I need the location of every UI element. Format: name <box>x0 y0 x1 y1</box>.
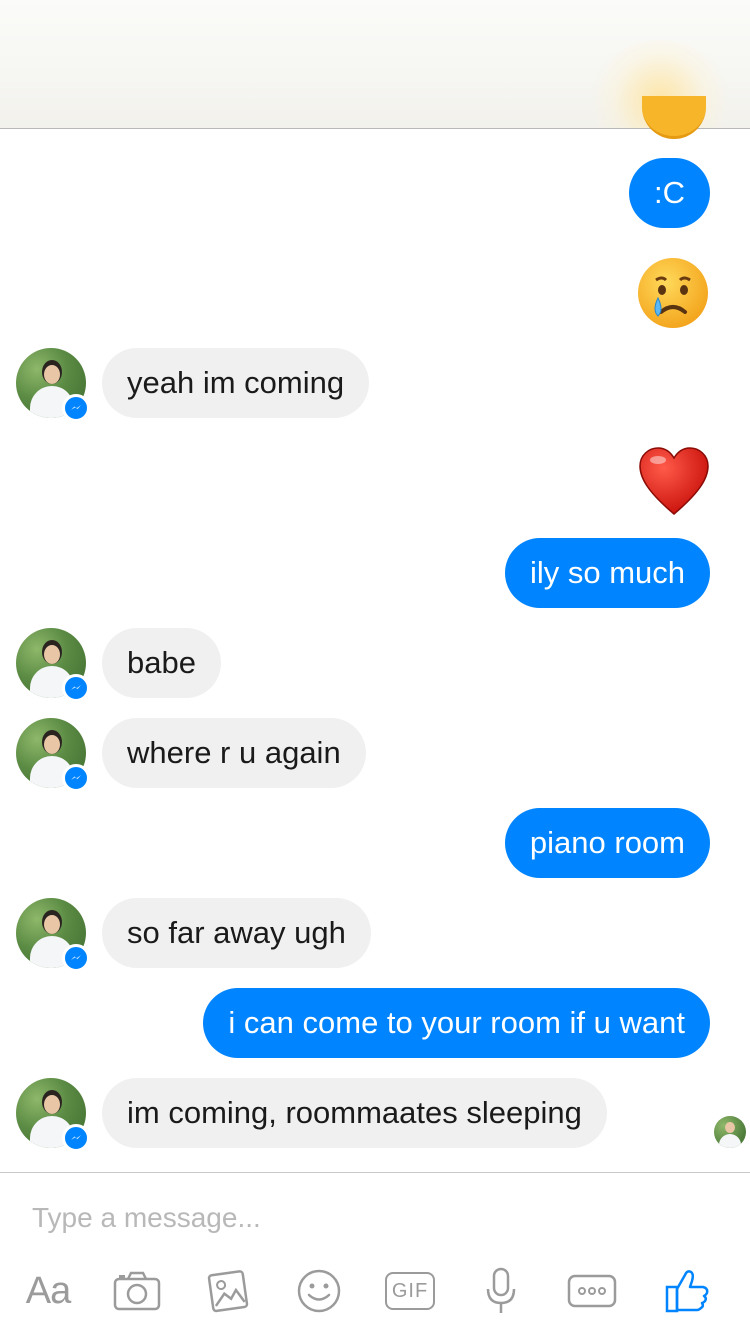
microphone-icon <box>486 1267 516 1313</box>
gif-icon: GIF <box>385 1272 435 1310</box>
message-text: babe <box>127 645 196 680</box>
messenger-badge-icon <box>62 944 90 972</box>
messenger-badge-icon <box>62 674 90 702</box>
seen-avatar <box>714 1116 746 1148</box>
incoming-message[interactable]: where r u again <box>102 718 366 788</box>
top-header-background <box>0 0 750 129</box>
messenger-badge-icon <box>62 1124 90 1152</box>
emoji-button[interactable] <box>296 1265 342 1317</box>
gif-button[interactable]: GIF <box>383 1265 437 1317</box>
outgoing-message[interactable]: ily so much <box>504 538 710 608</box>
message-input[interactable] <box>32 1193 712 1243</box>
gif-label: GIF <box>391 1279 429 1302</box>
messenger-badge-icon <box>62 394 90 422</box>
message-text: yeah im coming <box>127 365 345 400</box>
camera-icon <box>113 1271 161 1311</box>
message-text: im coming, roommaates sleeping <box>127 1095 582 1130</box>
gallery-button[interactable] <box>204 1265 254 1317</box>
outgoing-message[interactable]: piano room <box>504 808 710 878</box>
incoming-message[interactable]: babe <box>102 628 221 698</box>
message-text: so far away ugh <box>127 915 346 950</box>
message-text: i can come to your room if u want <box>228 1005 685 1040</box>
red-heart-emoji[interactable] <box>638 446 710 523</box>
incoming-message[interactable]: so far away ugh <box>102 898 371 968</box>
voice-button[interactable] <box>484 1265 518 1317</box>
thumbs-up-icon <box>665 1270 709 1313</box>
text-format-label: Aa <box>25 1269 71 1312</box>
incoming-message[interactable]: im coming, roommaates sleeping <box>102 1078 607 1148</box>
image-gallery-icon <box>207 1270 249 1313</box>
outgoing-message[interactable]: :C <box>629 158 710 228</box>
camera-button[interactable] <box>112 1265 162 1317</box>
message-text: where r u again <box>127 735 341 770</box>
messenger-badge-icon <box>62 764 90 792</box>
crying-face-emoji[interactable] <box>636 256 710 335</box>
more-options-icon <box>567 1274 617 1308</box>
message-text: piano room <box>529 825 685 860</box>
more-button[interactable] <box>566 1265 618 1317</box>
message-text: ily so much <box>529 555 685 590</box>
incoming-message[interactable]: yeah im coming <box>102 348 370 418</box>
message-composer: Aa GIF <box>0 1172 750 1335</box>
text-format-button[interactable]: Aa <box>20 1265 76 1317</box>
smiley-icon <box>297 1269 341 1313</box>
outgoing-message[interactable]: i can come to your room if u want <box>203 988 710 1058</box>
like-button[interactable] <box>662 1265 712 1317</box>
message-text: :C <box>654 175 685 210</box>
